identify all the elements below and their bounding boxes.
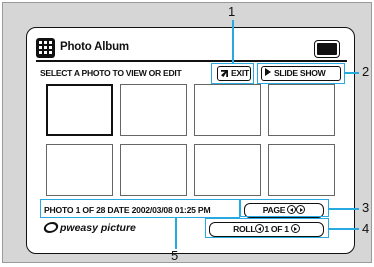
thumbnail-3[interactable]	[194, 84, 261, 136]
leader-line-2	[344, 72, 359, 74]
thumbnail-2[interactable]	[120, 84, 187, 136]
instruction-text: SELECT A PHOTO TO VIEW OR EDIT	[40, 68, 182, 78]
callout-5: 5	[171, 248, 179, 263]
thumbnail-5[interactable]	[46, 144, 113, 196]
callout-3: 3	[362, 200, 370, 215]
title-divider	[36, 60, 347, 62]
thumbnail-4[interactable]	[268, 84, 335, 136]
thumbnail-8[interactable]	[268, 144, 335, 196]
highlight-page	[240, 199, 329, 217]
thumbnail-1[interactable]	[46, 84, 113, 136]
diagram-canvas: Photo Album SELECT A PHOTO TO VIEW OR ED…	[0, 0, 374, 267]
leader-line-5	[175, 217, 177, 249]
thumbnail-7[interactable]	[194, 144, 261, 196]
thumbnail-grid	[46, 84, 338, 196]
logo-text: pweasy picture	[60, 222, 136, 234]
grid-icon	[36, 38, 55, 58]
callout-4: 4	[362, 221, 370, 236]
battery-icon	[314, 40, 340, 58]
brand-logo: pweasy picture	[42, 222, 136, 238]
highlight-info	[40, 199, 240, 218]
title-bar: Photo Album	[36, 38, 347, 60]
logo-mark-icon	[42, 222, 60, 233]
leader-line-1	[232, 20, 234, 64]
highlight-exit	[211, 63, 254, 84]
leader-line-4	[329, 228, 359, 230]
highlight-roll	[205, 218, 329, 238]
thumbnail-6[interactable]	[120, 144, 187, 196]
app-title: Photo Album	[60, 41, 129, 53]
callout-1: 1	[228, 4, 236, 19]
callout-2: 2	[362, 64, 370, 79]
highlight-slideshow	[257, 63, 345, 84]
leader-line-3	[329, 208, 359, 210]
